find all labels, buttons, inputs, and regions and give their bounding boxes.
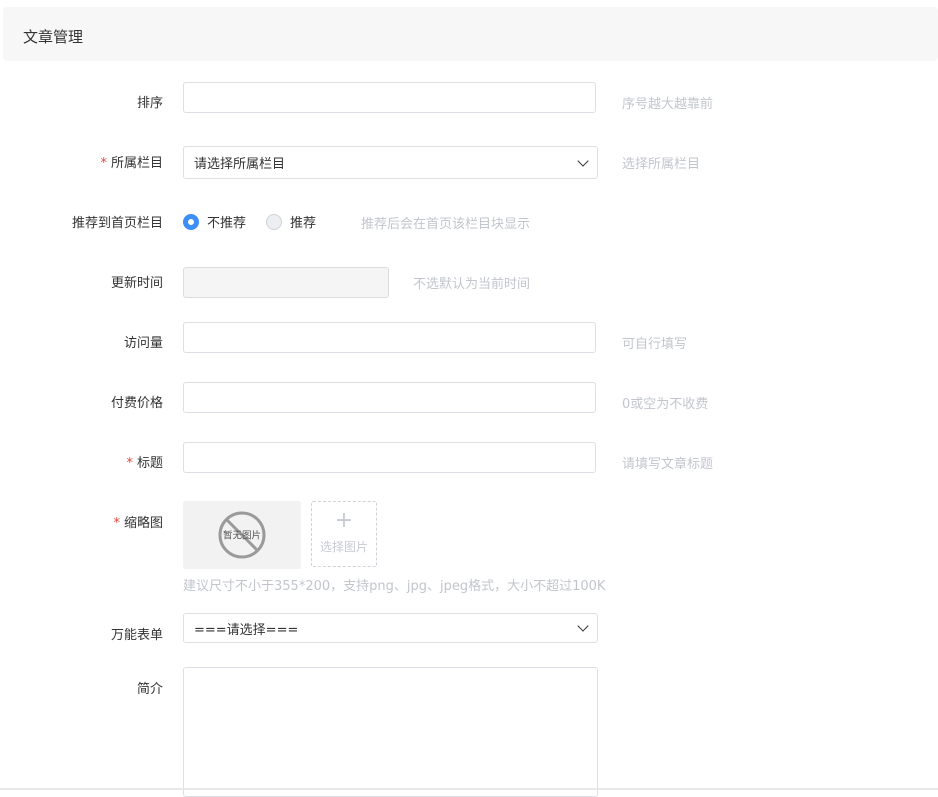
recommend-hint: 推荐后会在首页该栏目块显示	[361, 217, 531, 232]
radio-unchecked-icon	[266, 213, 283, 230]
select-image-button[interactable]: + 选择图片	[311, 501, 377, 567]
update-time-hint: 不选默认为当前时间	[413, 277, 531, 292]
thumbnail-preview: 暂无图片	[183, 501, 301, 569]
radio-label: 推荐	[290, 216, 317, 231]
universal-form-select-value: ===请选择===	[194, 622, 299, 638]
radio-checked-icon	[183, 213, 199, 230]
radio-label: 不推荐	[207, 216, 247, 231]
price-hint: 0或空为不收费	[622, 397, 709, 412]
category-hint: 选择所属栏目	[622, 157, 701, 172]
required-mark: *	[113, 516, 120, 531]
page-header: 文章管理	[3, 7, 938, 61]
sort-input[interactable]	[183, 82, 596, 113]
radio-recommend[interactable]: 推荐	[266, 212, 316, 231]
category-select[interactable]: 请选择所属栏目	[183, 146, 598, 179]
title-label: * 标题	[126, 452, 163, 471]
select-image-label: 选择图片	[319, 540, 368, 554]
universal-form-label: 万能表单	[110, 628, 163, 643]
no-image-text: 暂无图片	[223, 530, 261, 542]
chevron-down-icon	[577, 154, 589, 167]
plus-icon: +	[334, 508, 354, 533]
required-mark: *	[126, 456, 133, 471]
intro-textarea[interactable]	[183, 667, 598, 797]
views-hint: 可自行填写	[622, 337, 688, 352]
no-image-icon: 暂无图片	[218, 511, 266, 559]
update-time-input[interactable]	[183, 267, 389, 298]
radio-not-recommend[interactable]: 不推荐	[183, 212, 246, 231]
title-hint: 请填写文章标题	[622, 457, 714, 472]
intro-label: 简介	[136, 682, 163, 697]
views-input[interactable]	[183, 322, 596, 353]
category-label-text: 所属栏目	[110, 156, 163, 171]
category-select-value: 请选择所属栏目	[194, 157, 286, 172]
universal-form-select[interactable]: ===请选择===	[183, 613, 598, 643]
title-input[interactable]	[183, 442, 596, 473]
page-title: 文章管理	[23, 28, 84, 46]
category-label: * 所属栏目	[100, 152, 163, 171]
required-mark: *	[100, 156, 107, 171]
price-input[interactable]	[183, 382, 596, 413]
thumbnail-label: * 缩略图	[113, 512, 163, 531]
chevron-down-icon	[577, 620, 589, 632]
sort-label: 排序	[136, 96, 163, 111]
thumbnail-label-text: 缩略图	[123, 516, 163, 531]
sort-hint: 序号越大越靠前	[622, 97, 714, 112]
price-label: 付费价格	[110, 396, 163, 411]
recommend-label: 推荐到首页栏目	[71, 216, 163, 231]
update-time-label: 更新时间	[110, 276, 163, 291]
views-label: 访问量	[123, 336, 163, 351]
thumbnail-hint: 建议尺寸不小于355*200，支持png、jpg、jpeg格式，大小不超过100…	[183, 579, 606, 594]
recommend-radio-group: 不推荐 推荐	[183, 212, 336, 231]
title-label-text: 标题	[136, 456, 163, 471]
